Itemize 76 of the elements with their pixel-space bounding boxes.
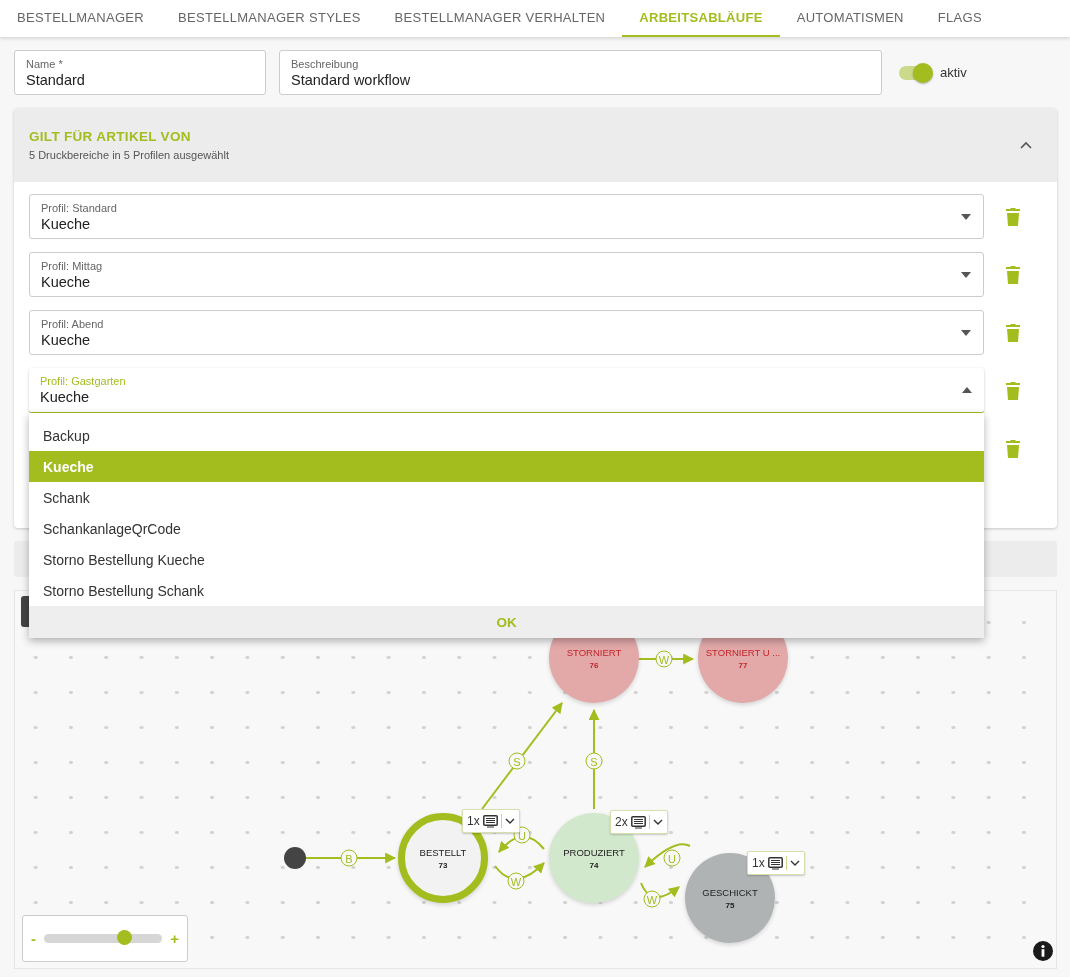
edge-label: B <box>340 849 358 867</box>
node-number: 73 <box>438 860 448 870</box>
list-icon <box>767 856 783 870</box>
tab[interactable]: BESTELLMANAGER VERHALTEN <box>377 0 623 37</box>
trash-icon[interactable] <box>1006 207 1020 226</box>
list-icon <box>482 814 498 828</box>
trash-icon[interactable] <box>1006 323 1020 342</box>
edge-label: U <box>663 849 681 867</box>
field-label: Profil: Standard <box>41 201 118 214</box>
dropdown-option[interactable]: Schank <box>29 482 984 513</box>
profile-select[interactable]: Profil: Abend Kueche <box>29 310 984 355</box>
description-field[interactable]: Beschreibung Standard workflow <box>279 50 882 95</box>
edge-label: W <box>655 650 673 668</box>
trash-icon[interactable] <box>1006 265 1020 284</box>
tab[interactable]: BESTELLMANAGER <box>0 0 161 37</box>
tab[interactable]: AUTOMATISMEN <box>779 0 921 37</box>
slider-thumb[interactable] <box>117 930 133 945</box>
arrow <box>640 882 680 898</box>
field-value: Standard <box>26 71 85 88</box>
chevron-icon[interactable] <box>1020 141 1032 149</box>
active-switch[interactable] <box>897 62 933 83</box>
caret-icon <box>961 214 971 220</box>
node-label: PRODUZIERT <box>563 846 625 858</box>
edge-label: S <box>508 752 526 770</box>
panel-title: GILT FÜR ARTIKEL VON <box>29 129 192 144</box>
arrow <box>494 862 545 880</box>
node-number: 77 <box>738 660 748 670</box>
print-count-dropdown[interactable]: 1x <box>462 809 520 833</box>
caret-icon <box>789 860 800 866</box>
profile-select[interactable]: Profil: Mittag Kueche <box>29 252 984 297</box>
tab[interactable]: FLAGS <box>920 0 999 37</box>
field-label: Profil: Gastgarten <box>40 375 127 387</box>
field-value: Kueche <box>40 389 90 405</box>
print-count-dropdown[interactable]: 2x <box>610 810 668 834</box>
edge-label: W <box>643 890 661 908</box>
field-label: Name * <box>26 57 64 70</box>
node-label: STORNIERT <box>566 646 622 658</box>
info-icon[interactable] <box>1033 941 1053 961</box>
trash-icon[interactable] <box>1006 439 1020 458</box>
node-number: 76 <box>589 660 599 670</box>
dropdown-option[interactable]: Storno Bestellung Schank <box>29 575 984 606</box>
field-value: Kueche <box>41 331 91 348</box>
name-field[interactable]: Name * Standard <box>14 50 266 95</box>
list-icon <box>630 815 646 829</box>
dropdown-option[interactable]: Storno Bestellung Kueche <box>29 544 984 575</box>
profile-select[interactable]: Profil: Gastgarten Kueche <box>29 368 984 413</box>
edge-label: S <box>585 752 603 770</box>
arrow <box>644 843 691 868</box>
caret-icon <box>961 272 971 278</box>
node-number: 74 <box>589 860 599 870</box>
dropdown-option[interactable]: SchankanlageQrCode <box>29 513 984 544</box>
node-label: BESTELLT <box>419 846 467 858</box>
panel-subtitle: 5 Druckbereiche in 5 Profilen ausgewählt <box>29 149 229 161</box>
node-label: STORNIERT U ... <box>705 646 781 658</box>
field-value: Kueche <box>41 273 91 290</box>
node-label: GESCHICKT <box>702 886 758 898</box>
print-count-dropdown[interactable]: 1x <box>747 851 805 875</box>
caret-icon <box>962 387 972 393</box>
caret-icon <box>652 819 663 825</box>
caret-icon <box>961 330 971 336</box>
field-label: Profil: Abend <box>41 317 105 330</box>
field-label: Beschreibung <box>291 57 360 70</box>
field-value: Kueche <box>41 215 91 232</box>
node-number: 75 <box>725 900 735 910</box>
switch-thumb[interactable] <box>913 62 933 83</box>
dropdown-option[interactable]: Backup <box>29 420 984 451</box>
field-label: Profil: Mittag <box>41 259 104 272</box>
edge-label: W <box>507 872 525 890</box>
profile-select[interactable]: Profil: Standard Kueche <box>29 194 984 239</box>
start-node <box>284 847 306 869</box>
switch-label: aktiv <box>940 65 967 80</box>
trash-icon[interactable] <box>1006 381 1020 400</box>
caret-icon <box>504 818 515 824</box>
field-value: Standard workflow <box>291 71 411 88</box>
tab[interactable]: BESTELLMANAGER STYLES <box>161 0 378 37</box>
panel-header[interactable]: GILT FÜR ARTIKEL VON 5 Druckbereiche in 5 Profilen ausgewählt <box>14 108 1057 182</box>
